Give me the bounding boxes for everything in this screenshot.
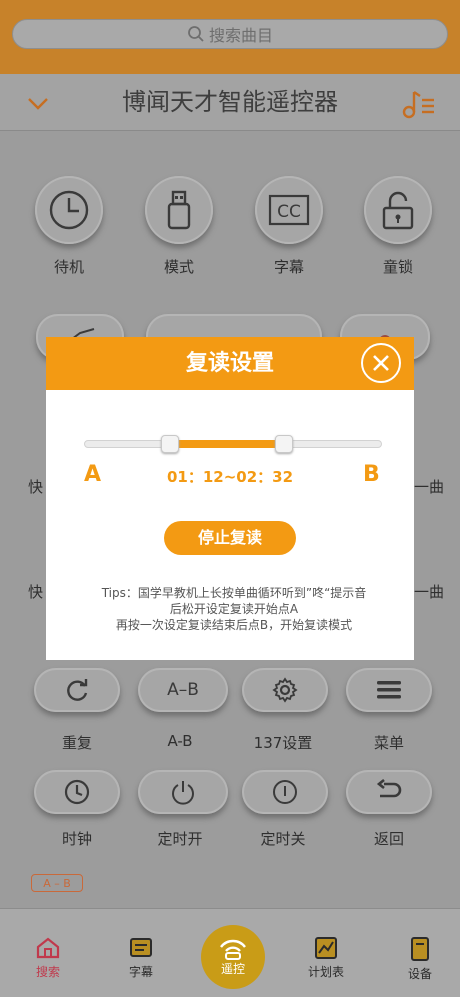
tab-search[interactable]: 搜索 <box>13 936 83 980</box>
tab-schedule[interactable]: 计划表 <box>291 936 361 980</box>
mode-button[interactable] <box>145 176 213 244</box>
child-lock-button[interactable] <box>364 176 432 244</box>
tips-line-2: 后松开设定复读开始点A <box>169 602 299 616</box>
playlist-button[interactable] <box>398 86 438 122</box>
timer-off-label: 定时关 <box>260 830 306 848</box>
tab-remote-label: 遥控 <box>220 961 245 976</box>
ab-status-badge: A – B <box>31 874 83 892</box>
tips-line-1: Tips：国学早教机上长按单曲循环听到”咚“提示音 <box>101 586 367 600</box>
collapse-button[interactable] <box>22 88 54 120</box>
clock-label: 时钟 <box>61 830 92 848</box>
subtitle-label: 字幕 <box>273 258 304 276</box>
fast-label-2: 快 <box>28 583 44 601</box>
tab-device[interactable]: 设备 <box>385 936 455 982</box>
tab-subtitles[interactable]: 字幕 <box>106 936 176 980</box>
subtitle-icon <box>130 938 152 957</box>
ab-range-fill <box>170 440 284 448</box>
unlock-icon <box>382 191 414 230</box>
standby-label: 待机 <box>53 258 84 276</box>
standby-button[interactable] <box>35 176 103 244</box>
ab-label: A-B <box>167 732 193 750</box>
chart-icon <box>315 937 337 959</box>
chevron-down-icon <box>28 98 48 110</box>
menu-label: 菜单 <box>373 734 404 752</box>
tab-search-label: 搜索 <box>35 965 60 979</box>
back-button[interactable] <box>346 770 432 814</box>
dialog-close-button[interactable] <box>361 343 401 383</box>
search-placeholder: 搜索曲目 <box>208 26 273 45</box>
timer-off-button[interactable] <box>242 770 328 814</box>
stop-repeat-button[interactable]: 停止复读 <box>164 521 296 555</box>
search-icon <box>188 26 204 42</box>
clock-icon <box>49 190 89 230</box>
slider-handle-b[interactable] <box>274 435 293 453</box>
search-input[interactable]: 搜索曲目 <box>12 19 448 49</box>
tab-schedule-label: 计划表 <box>307 965 344 979</box>
menu-icon <box>377 681 401 699</box>
page-title: 博闻天才智能遥控器 <box>122 88 338 116</box>
dialog-title: 复读设置 <box>185 351 274 376</box>
back-icon <box>376 779 402 798</box>
back-label: 返回 <box>373 830 404 848</box>
clock-button[interactable] <box>34 770 120 814</box>
home-icon <box>36 937 60 959</box>
repeat-label: 重复 <box>61 734 92 752</box>
remote-wifi-icon <box>220 939 246 960</box>
music-list-icon <box>402 91 434 119</box>
svg-text:CC: CC <box>277 202 301 222</box>
usb-drive-icon <box>167 190 191 230</box>
repeat-button[interactable] <box>34 668 120 712</box>
settings-137-button[interactable] <box>242 668 328 712</box>
slider-handle-a[interactable] <box>161 435 180 453</box>
ab-button[interactable]: A–B <box>138 668 228 712</box>
clock-icon <box>64 779 90 805</box>
gear-icon <box>272 677 298 703</box>
subtitle-button[interactable]: CC <box>255 176 323 244</box>
child-lock-label: 童锁 <box>382 258 413 276</box>
tab-subtitles-label: 字幕 <box>128 965 153 979</box>
power-off-icon <box>273 780 297 804</box>
ab-button-text: A–B <box>167 680 199 700</box>
tab-remote[interactable]: 遥控 <box>201 925 265 989</box>
ab-time-range: 01：12~02：32 <box>166 468 294 486</box>
repeat-icon <box>67 679 88 701</box>
tab-device-label: 设备 <box>407 967 432 981</box>
mode-label: 模式 <box>163 258 194 276</box>
tips-line-3: 再按一次设定复读结束后点B，开始复读模式 <box>115 618 353 632</box>
cc-icon: CC <box>268 194 310 226</box>
power-icon <box>172 781 194 805</box>
next-label-2: 一曲 <box>414 583 445 601</box>
settings-137-label: 137设置 <box>253 734 313 752</box>
device-icon <box>411 937 429 961</box>
timer-on-label: 定时开 <box>157 830 203 848</box>
close-icon <box>373 355 389 371</box>
menu-button[interactable] <box>346 668 432 712</box>
timer-on-button[interactable] <box>138 770 228 814</box>
